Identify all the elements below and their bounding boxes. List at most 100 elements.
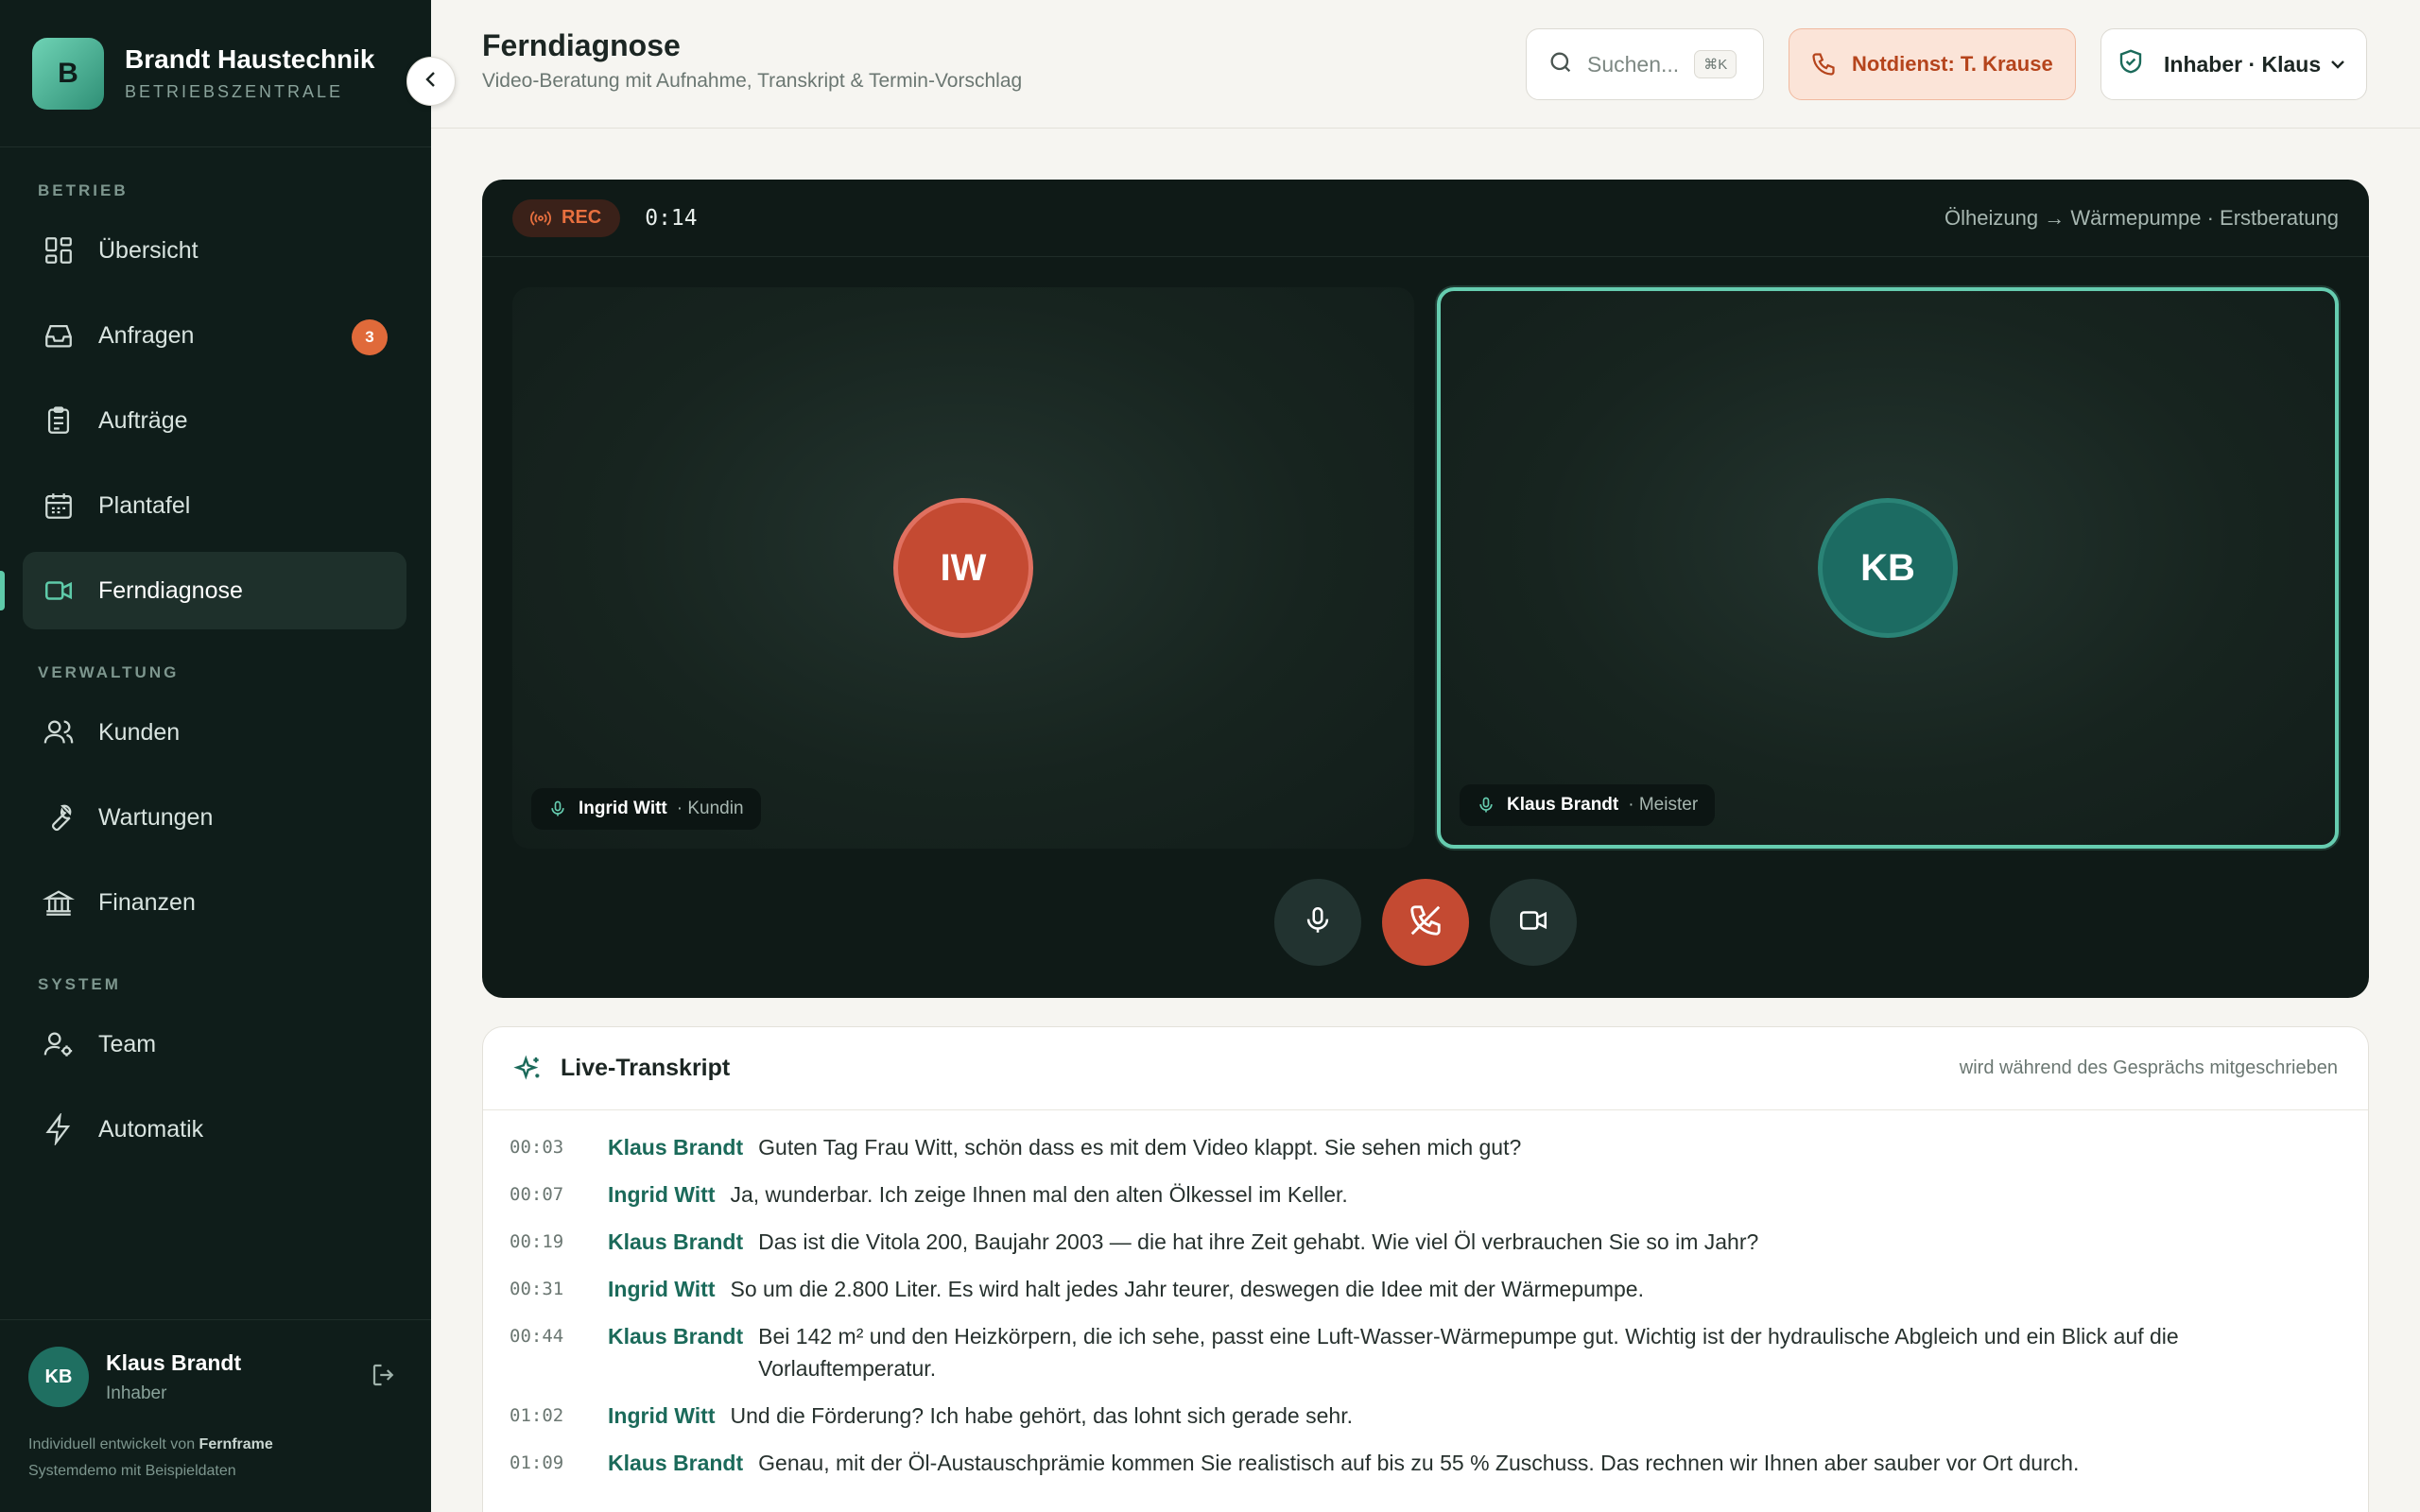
transcript-row: 00:19 Klaus Brandt Das ist die Vitola 20… xyxy=(510,1226,2340,1258)
phone-off-icon xyxy=(1408,902,1443,943)
sidebar-item-label: Team xyxy=(98,1030,157,1057)
logout-button[interactable] xyxy=(365,1358,403,1396)
credits-line2: Systemdemo mit Beispieldaten xyxy=(28,1463,236,1479)
section-label-verwaltung: VERWALTUNG xyxy=(38,663,180,681)
transcript-text: Und die Förderung? Ich habe gehört, das … xyxy=(730,1403,1353,1428)
sidebar-item-kunden[interactable]: Kunden xyxy=(23,694,406,771)
search-placeholder: Suchen... xyxy=(1587,51,1680,77)
call-timer: 0:14 xyxy=(645,205,698,231)
sidebar-item-label: Automatik xyxy=(98,1115,204,1143)
sidebar-item-anfragen[interactable]: Anfragen 3 xyxy=(23,297,406,374)
sidebar: B Brandt Haustechnik BETRIEBSZENTRALE BE… xyxy=(0,0,431,1512)
transcript-header: Live-Transkript wird während des Gespräc… xyxy=(483,1027,2368,1110)
transcript-time: 00:07 xyxy=(510,1184,564,1205)
video-tile-master[interactable]: KB Klaus Brandt · Meister xyxy=(1437,287,2339,849)
recording-badge: REC xyxy=(512,198,621,237)
chevron-left-icon xyxy=(420,68,442,95)
lightning-icon xyxy=(42,1112,76,1146)
chevron-down-icon xyxy=(2326,53,2349,76)
role-select-label: Inhaber · Klaus xyxy=(2164,51,2322,77)
video-tile-customer[interactable]: IW Ingrid Witt · Kundin xyxy=(512,287,1414,849)
call-status-bar: REC 0:14 Ölheizung → Wärmepumpe · Erstbe… xyxy=(482,180,2369,257)
calendar-icon xyxy=(42,489,76,523)
role-select[interactable]: Inhaber · Klaus xyxy=(2100,28,2367,100)
sidebar-item-auftraege[interactable]: Aufträge xyxy=(23,382,406,459)
microphone-icon xyxy=(548,799,567,818)
transcript-text: Guten Tag Frau Witt, schön dass es mit d… xyxy=(758,1135,1522,1160)
sidebar-item-label: Kunden xyxy=(98,718,181,746)
transcript-speaker: Klaus Brandt xyxy=(608,1451,744,1475)
brand-subtitle: BETRIEBSZENTRALE xyxy=(125,82,344,101)
transcript-time: 01:02 xyxy=(510,1405,564,1426)
transcript-row: 01:09 Klaus Brandt Genau, mit der Öl-Aus… xyxy=(510,1447,2340,1479)
search-input[interactable]: Suchen... ⌘K xyxy=(1526,28,1764,100)
sidebar-item-wartungen[interactable]: Wartungen xyxy=(23,779,406,856)
bank-icon xyxy=(42,885,76,919)
transcript-row: 00:03 Klaus Brandt Guten Tag Frau Witt, … xyxy=(510,1131,2340,1163)
collapse-sidebar-button[interactable] xyxy=(406,57,456,106)
credits: Individuell entwickelt von Fernframe Sys… xyxy=(0,1407,431,1485)
transcript-row: 00:44 Klaus Brandt Bei 142 m² und den He… xyxy=(510,1320,2340,1384)
sidebar-item-label: Aufträge xyxy=(98,406,188,434)
call-topic: Ölheizung → Wärmepumpe · Erstberatung xyxy=(1945,205,2339,230)
transcript-speaker: Klaus Brandt xyxy=(608,1324,744,1349)
transcript-time: 01:09 xyxy=(510,1452,564,1473)
brand-logo[interactable]: B xyxy=(32,37,104,110)
recording-label: REC xyxy=(562,207,602,228)
sidebar-item-ferndiagnose[interactable]: Ferndiagnose xyxy=(0,552,406,629)
transcript-time: 00:03 xyxy=(510,1137,564,1158)
participant-name-tag: Klaus Brandt · Meister xyxy=(1460,784,1716,826)
transcript-time: 00:19 xyxy=(510,1231,564,1252)
section-label-betrieb: BETRIEB xyxy=(38,181,129,199)
section-label-system: SYSTEM xyxy=(38,975,121,993)
transcript-text: Ja, wunderbar. Ich zeige Ihnen mal den a… xyxy=(730,1182,1348,1207)
participant-avatar: KB xyxy=(1818,498,1958,638)
page-subtitle: Video-Beratung mit Aufnahme, Transkript … xyxy=(482,70,1023,92)
transcript-time: 00:31 xyxy=(510,1279,564,1299)
sidebar-item-team[interactable]: Team xyxy=(23,1005,406,1083)
camera-button[interactable] xyxy=(1490,879,1577,966)
sidebar-item-label: Plantafel xyxy=(98,491,191,519)
emergency-label: Notdienst: T. Krause xyxy=(1852,52,2053,76)
transcript-row: 00:07 Ingrid Witt Ja, wunderbar. Ich zei… xyxy=(510,1178,2340,1211)
sidebar-item-finanzen[interactable]: Finanzen xyxy=(23,864,406,941)
avatar[interactable]: KB xyxy=(28,1347,89,1407)
transcript-speaker: Klaus Brandt xyxy=(608,1229,744,1254)
search-shortcut: ⌘K xyxy=(1694,50,1737,78)
clipboard-icon xyxy=(42,404,76,438)
sidebar-item-automatik[interactable]: Automatik xyxy=(23,1091,406,1168)
mute-button[interactable] xyxy=(1274,879,1361,966)
search-icon xyxy=(1547,49,1574,80)
transcript-text: Genau, mit der Öl-Austauschprämie kommen… xyxy=(758,1451,2080,1475)
inbox-icon xyxy=(42,318,76,352)
live-transcript-panel: Live-Transkript wird während des Gespräc… xyxy=(482,1026,2369,1512)
video-icon xyxy=(42,574,76,608)
page-header: Ferndiagnose Video-Beratung mit Aufnahme… xyxy=(431,0,2420,129)
transcript-speaker: Ingrid Witt xyxy=(608,1277,716,1301)
logout-icon xyxy=(370,1361,398,1394)
participant-avatar: IW xyxy=(893,498,1033,638)
user-name: Klaus Brandt xyxy=(106,1349,242,1375)
participant-name-tag: Ingrid Witt · Kundin xyxy=(531,788,761,830)
credits-company[interactable]: Fernframe xyxy=(199,1436,273,1452)
microphone-icon xyxy=(1302,904,1334,941)
transcript-text: Das ist die Vitola 200, Baujahr 2003 — d… xyxy=(758,1229,1759,1254)
participant-name: Klaus Brandt xyxy=(1507,795,1619,815)
user-role: Inhaber xyxy=(106,1383,167,1403)
wrench-icon xyxy=(42,800,76,834)
end-call-button[interactable] xyxy=(1382,879,1469,966)
user-box: KB Klaus Brandt Inhaber Individuell entw… xyxy=(0,1319,431,1512)
microphone-icon xyxy=(1477,796,1495,815)
participant-role: · Meister xyxy=(1628,795,1699,815)
transcript-speaker: Ingrid Witt xyxy=(608,1182,716,1207)
emergency-button[interactable]: Notdienst: T. Krause xyxy=(1789,28,2076,100)
transcript-row: 00:31 Ingrid Witt So um die 2.800 Liter.… xyxy=(510,1273,2340,1305)
sidebar-item-plantafel[interactable]: Plantafel xyxy=(23,467,406,544)
participant-name: Ingrid Witt xyxy=(579,799,667,818)
sidebar-item-uebersicht[interactable]: Übersicht xyxy=(23,212,406,289)
shield-icon xyxy=(2117,47,2145,81)
sidebar-item-label: Übersicht xyxy=(98,236,199,264)
transcript-text: Bei 142 m² und den Heizkörpern, die ich … xyxy=(758,1324,2179,1381)
transcript-note: wird während des Gesprächs mitgeschriebe… xyxy=(1959,1057,2338,1078)
grid-icon xyxy=(42,233,76,267)
